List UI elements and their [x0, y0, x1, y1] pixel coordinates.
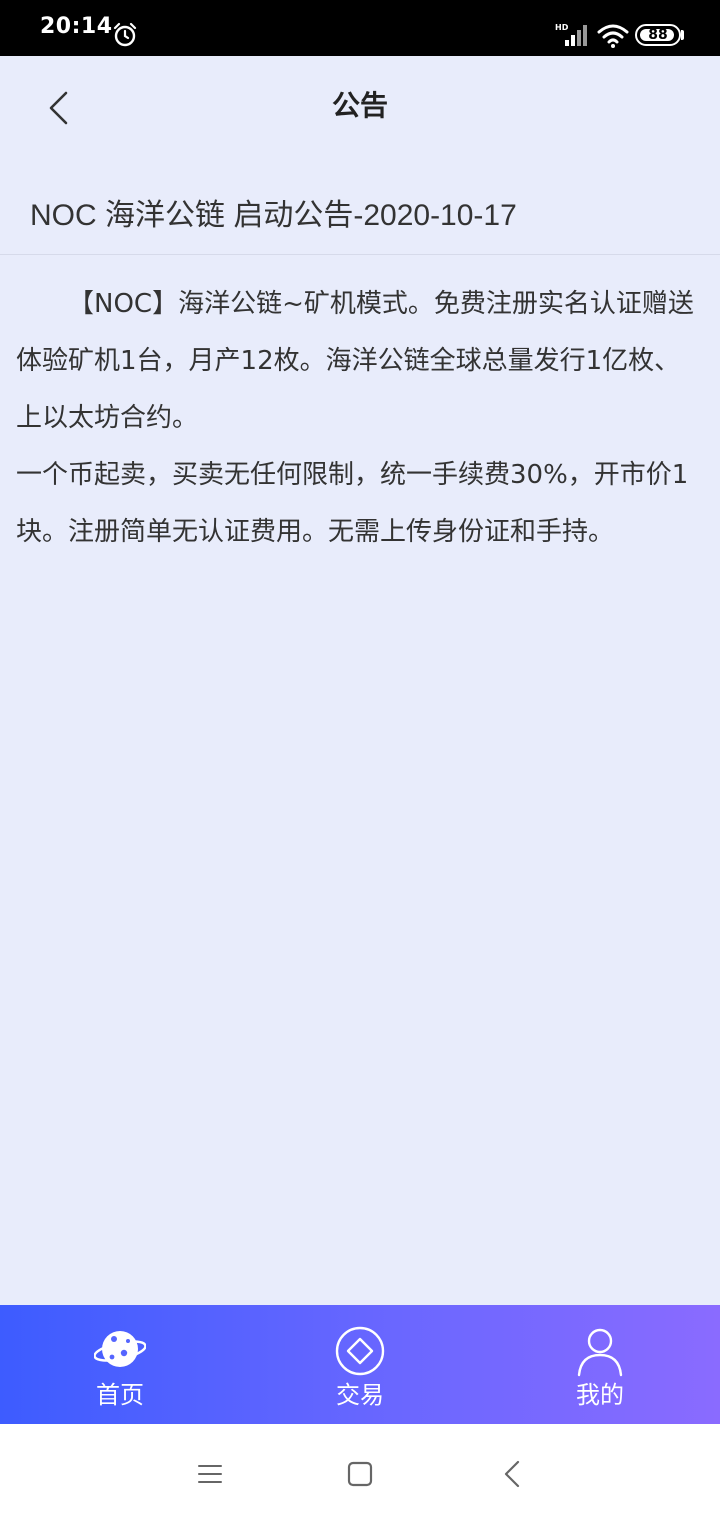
network-label: HD: [555, 23, 569, 32]
page-title: 公告: [331, 89, 388, 122]
nav-item-home[interactable]: 首页: [0, 1305, 240, 1424]
back-triangle-icon: [504, 1460, 520, 1488]
notice-paragraph-text: 【NOC】海洋公链~矿机模式。免费注册实名认证赠送体验矿机1台，月产12枚。海洋…: [16, 289, 694, 433]
notice-title: NOC 海洋公链 启动公告-2020-10-17: [30, 199, 517, 232]
system-back-button[interactable]: [492, 1454, 532, 1494]
bottom-nav: 首页 交易 我的: [0, 1305, 720, 1424]
back-button[interactable]: [36, 86, 80, 130]
nav-label-mine: 我的: [576, 1381, 624, 1409]
nav-item-mine[interactable]: 我的: [480, 1305, 720, 1424]
notice-body: 【NOC】海洋公链~矿机模式。免费注册实名认证赠送体验矿机1台，月产12枚。海洋…: [16, 276, 706, 561]
notice-paragraph: 一个币起卖，买卖无任何限制，统一手续费30%，开市价1块。注册简单无认证费用。无…: [16, 447, 706, 561]
planet-icon: [94, 1331, 146, 1367]
system-nav-bar: [0, 1424, 720, 1520]
status-bar: 20:14 HD 88: [0, 0, 720, 56]
battery-tip: [681, 30, 684, 40]
wifi-icon: [597, 24, 629, 48]
diamond-circle-icon: [335, 1326, 385, 1376]
alarm-icon: [113, 22, 137, 47]
battery-indicator: 88: [635, 24, 681, 46]
nav-label-home: 首页: [96, 1381, 144, 1409]
square-icon: [347, 1461, 373, 1487]
nav-item-trade[interactable]: 交易: [240, 1305, 480, 1424]
notice-paragraph-text: 一个币起卖，买卖无任何限制，统一手续费30%，开市价1块。注册简单无认证费用。无…: [16, 460, 689, 547]
status-time: 20:14: [40, 14, 113, 39]
user-icon: [577, 1328, 623, 1377]
recent-apps-button[interactable]: [190, 1454, 230, 1494]
chevron-left-icon: [49, 91, 68, 125]
signal-icon: HD: [555, 23, 587, 46]
title-divider: [0, 254, 720, 255]
home-button[interactable]: [340, 1454, 380, 1494]
menu-icon: [198, 1465, 222, 1483]
header: 公告: [0, 56, 720, 156]
battery-level: 88: [648, 27, 668, 43]
nav-label-trade: 交易: [336, 1381, 384, 1409]
notice-paragraph: 【NOC】海洋公链~矿机模式。免费注册实名认证赠送体验矿机1台，月产12枚。海洋…: [16, 276, 706, 447]
